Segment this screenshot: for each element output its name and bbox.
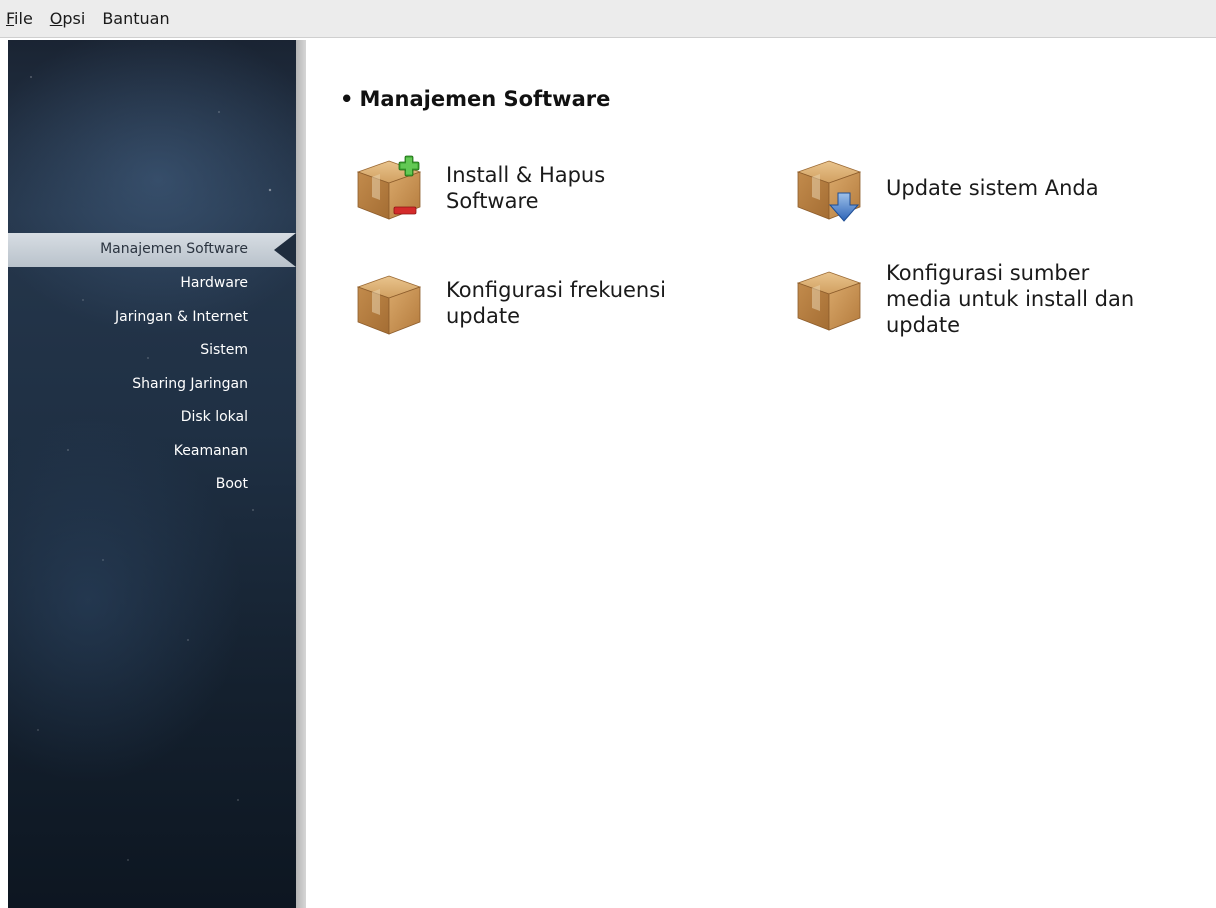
bullet: • xyxy=(340,87,354,111)
sidebar-item-network-internet[interactable]: Jaringan & Internet xyxy=(8,301,296,335)
package-icon xyxy=(357,275,421,335)
sidebar-nav: Manajemen Software Hardware Jaringan & I… xyxy=(8,233,296,502)
tool-label-line: Konfigurasi sumber xyxy=(886,261,1090,285)
tool-label-line: update xyxy=(886,313,960,337)
sidebar-item-label: Boot xyxy=(215,476,248,492)
tool-label-line: update xyxy=(446,304,520,328)
menu-bar: File Opsi Bantuan xyxy=(0,0,1216,38)
menu-help[interactable]: Bantuan xyxy=(102,9,169,28)
sidebar-edge xyxy=(296,40,306,908)
package-update-icon xyxy=(797,160,861,222)
section-title-text: Manajemen Software xyxy=(359,87,611,111)
menu-help-label: Bantuan xyxy=(102,9,170,28)
tool-label-line: Install & Hapus xyxy=(446,163,606,187)
section-title: • Manajemen Software xyxy=(340,87,610,111)
menu-file[interactable]: File xyxy=(6,9,33,28)
tool-media-sources[interactable]: Konfigurasi sumber media untuk install d… xyxy=(794,260,1186,338)
main-content: • Manajemen Software Install & Hapus Soft… xyxy=(306,40,1216,908)
sidebar-item-network-sharing[interactable]: Sharing Jaringan xyxy=(8,368,296,402)
sidebar-item-label: Hardware xyxy=(180,275,248,291)
sidebar-item-label: Sistem xyxy=(200,342,248,358)
tool-label-line: media untuk install dan xyxy=(886,287,1135,311)
sidebar-item-label: Disk lokal xyxy=(180,409,248,425)
tool-label-line: Konfigurasi frekuensi xyxy=(446,278,667,302)
sidebar-item-system[interactable]: Sistem xyxy=(8,334,296,368)
sidebar-item-software-management[interactable]: Manajemen Software xyxy=(8,233,296,267)
menu-options-label: psi xyxy=(62,9,86,28)
tool-label-line: Update sistem Anda xyxy=(886,176,1099,200)
tool-label: Konfigurasi frekuensi update xyxy=(446,277,746,329)
sidebar-item-local-disks[interactable]: Disk lokal xyxy=(8,401,296,435)
tool-update-system[interactable]: Update sistem Anda xyxy=(794,153,1186,223)
package-icon xyxy=(797,271,861,331)
sidebar-item-label: Sharing Jaringan xyxy=(132,375,248,392)
sidebar-item-boot[interactable]: Boot xyxy=(8,468,296,502)
tool-install-remove-software[interactable]: Install & Hapus Software xyxy=(354,153,746,223)
tool-label: Install & Hapus Software xyxy=(446,162,746,214)
sidebar-item-label: Keamanan xyxy=(173,442,248,459)
sidebar-item-label: Jaringan & Internet xyxy=(115,308,248,325)
sidebar-item-security[interactable]: Keamanan xyxy=(8,435,296,469)
sidebar: Manajemen Software Hardware Jaringan & I… xyxy=(8,40,296,908)
tool-label: Update sistem Anda xyxy=(886,175,1186,201)
menu-options-mnemonic: O xyxy=(49,9,63,28)
tool-label-line: Software xyxy=(446,189,539,213)
menu-file-mnemonic: F xyxy=(6,9,15,28)
menu-file-label: ile xyxy=(14,9,33,28)
sidebar-item-label: Manajemen Software xyxy=(100,241,248,257)
tool-update-frequency[interactable]: Konfigurasi frekuensi update xyxy=(354,268,746,338)
package-add-remove-icon xyxy=(357,155,421,220)
tool-label: Konfigurasi sumber media untuk install d… xyxy=(886,260,1186,338)
sidebar-item-hardware[interactable]: Hardware xyxy=(8,267,296,301)
menu-options[interactable]: Opsi xyxy=(50,9,86,28)
